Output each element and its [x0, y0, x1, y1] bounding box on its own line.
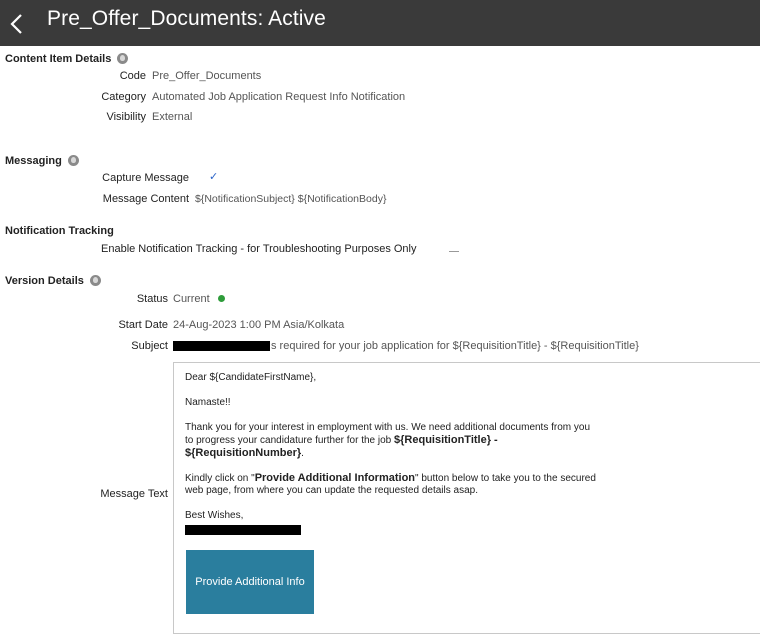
- body-line-3: ${RequisitionNumber}.: [185, 447, 304, 460]
- messaging-heading: Messaging: [5, 155, 79, 167]
- requisition-title-token: ${RequisitionTitle} -: [394, 434, 498, 446]
- message-preview: Dear ${CandidateFirstName}, Namaste!! Th…: [173, 362, 760, 634]
- enable-tracking-label: Enable Notification Tracking - for Troub…: [101, 243, 417, 255]
- body-line-3-text: .: [301, 448, 304, 459]
- code-value: Pre_Offer_Documents: [152, 70, 262, 82]
- redacted-block: [173, 341, 270, 351]
- notification-tracking-heading: Notification Tracking: [5, 225, 114, 237]
- version-details-label: Version Details: [5, 275, 84, 287]
- body-line-2-text: to progress your candidature further for…: [185, 435, 395, 446]
- body-line-4-suffix: " button below to take you to the secure…: [415, 473, 596, 484]
- status-label: Status: [136, 293, 168, 305]
- start-date-value: 24-Aug-2023 1:00 PM Asia/Kolkata: [173, 319, 345, 331]
- category-value: Automated Job Application Request Info N…: [152, 91, 406, 103]
- body-line-5: web page, from where you can update the …: [185, 485, 478, 496]
- messaging-label: Messaging: [5, 155, 62, 167]
- visibility-label: Visibility: [106, 111, 146, 123]
- content-item-details-label: Content Item Details: [5, 53, 112, 65]
- message-content-value: ${NotificationSubject} ${NotificationBod…: [195, 193, 387, 205]
- redacted-signature: [185, 525, 301, 535]
- requisition-number-token: ${RequisitionNumber}: [185, 447, 302, 459]
- capture-message-check-icon: ✓: [209, 171, 219, 183]
- body-line-1: Thank you for your interest in employmen…: [185, 422, 591, 433]
- salutation-line: Namaste!!: [185, 397, 231, 408]
- chevron-left-icon: [10, 14, 22, 34]
- greeting-line: Dear ${CandidateFirstName},: [185, 372, 317, 383]
- body-line-2: to progress your candidature further for…: [185, 434, 498, 447]
- info-icon[interactable]: [117, 53, 129, 64]
- message-text-label: Message Text: [100, 488, 168, 500]
- title-bar: Pre_Offer_Documents: Active: [0, 0, 760, 46]
- info-icon[interactable]: [89, 275, 101, 286]
- message-content-label: Message Content: [102, 193, 189, 205]
- code-label: Code: [119, 70, 146, 82]
- body-line-4-prefix: Kindly click on ": [185, 473, 255, 484]
- provide-info-emphasis: Provide Additional Information: [254, 472, 416, 484]
- page-title: Pre_Offer_Documents: Active: [47, 7, 326, 30]
- status-value: Current: [173, 293, 225, 305]
- back-button[interactable]: [4, 6, 34, 40]
- subject-label: Subject: [131, 340, 168, 352]
- provide-additional-info-button[interactable]: Provide Additional Info: [186, 550, 314, 614]
- subject-value: s required for your job application for …: [271, 340, 639, 352]
- status-text: Current: [173, 293, 210, 305]
- start-date-label: Start Date: [118, 319, 168, 331]
- capture-message-label: Capture Message: [102, 172, 189, 184]
- info-icon[interactable]: [67, 155, 79, 166]
- category-label: Category: [101, 91, 146, 103]
- body-line-4: Kindly click on "Provide Additional Info…: [185, 472, 596, 485]
- version-details-heading: Version Details: [5, 275, 101, 287]
- visibility-value: External: [152, 111, 193, 123]
- signoff-line: Best Wishes,: [185, 510, 244, 521]
- tracking-value-empty: [449, 251, 459, 252]
- status-dot-icon: [217, 295, 225, 302]
- content-item-details-heading: Content Item Details: [5, 53, 129, 65]
